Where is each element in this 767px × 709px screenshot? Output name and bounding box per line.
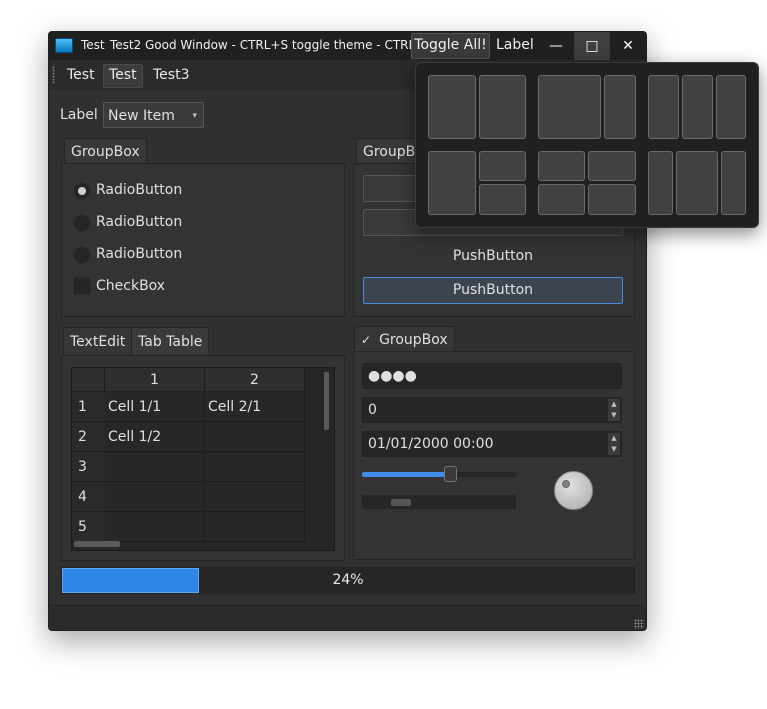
table-vertical-scrollbar[interactable] — [320, 368, 334, 536]
radio-label-1: RadioButton — [96, 182, 183, 198]
slider-handle[interactable] — [444, 466, 457, 482]
table-column-header[interactable]: 2 — [205, 368, 305, 392]
snap-layouts-flyout — [415, 62, 759, 228]
spin-box[interactable]: 0 ▲ ▼ — [362, 397, 622, 423]
groupbox-left-title: GroupBox — [64, 138, 147, 165]
table-row-header[interactable]: 5 — [72, 512, 105, 542]
snap-zone[interactable] — [479, 151, 526, 181]
snap-zone[interactable] — [428, 75, 476, 139]
menu-item-test3[interactable]: Test3 — [148, 64, 194, 86]
size-grip-icon[interactable] — [634, 619, 644, 629]
title-label: Label — [496, 37, 534, 53]
snap-zone[interactable] — [716, 75, 746, 139]
push-button-3-flat[interactable]: PushButton — [363, 243, 623, 270]
table-row-header[interactable]: 2 — [72, 422, 105, 452]
table-cell[interactable] — [105, 452, 205, 482]
combo-value: New Item — [108, 108, 175, 124]
password-field[interactable]: ●●●● — [362, 363, 622, 389]
snap-zone[interactable] — [648, 75, 679, 139]
close-icon: ✕ — [622, 38, 634, 54]
snap-zone[interactable] — [676, 151, 718, 215]
toolbar-label: Label — [60, 107, 98, 123]
progress-bar: 24% — [61, 567, 635, 594]
maximize-button[interactable]: □ — [574, 32, 610, 60]
datetime-value: 01/01/2000 00:00 — [368, 436, 494, 452]
table-cell[interactable] — [105, 482, 205, 512]
table-cell[interactable]: Cell 2/1 — [205, 392, 305, 422]
slider-fill — [362, 472, 448, 477]
spin-value: 0 — [368, 402, 377, 418]
minimize-button[interactable]: — — [538, 32, 574, 60]
vertical-scroll-thumb[interactable] — [324, 372, 329, 430]
radio-button-2[interactable] — [73, 214, 91, 232]
tab-textedit[interactable]: TextEdit — [63, 327, 133, 356]
groupbox-left: RadioButton RadioButton RadioButton Chec… — [61, 163, 345, 317]
horizontal-slider[interactable] — [362, 466, 516, 482]
status-bar — [49, 605, 646, 630]
table-row-header[interactable]: 1 — [72, 392, 105, 422]
snap-zone[interactable] — [682, 75, 713, 139]
chevron-down-icon: ▾ — [192, 111, 197, 121]
item-combobox[interactable]: New Item ▾ — [103, 102, 204, 128]
horizontal-scrollbar[interactable] — [362, 495, 516, 509]
spin-down-icon[interactable]: ▼ — [608, 410, 620, 421]
radio-button-3[interactable] — [73, 246, 91, 264]
table-column-header[interactable]: 1 — [105, 368, 205, 392]
window-app-icon — [55, 38, 73, 53]
radio-button-1[interactable] — [73, 182, 91, 200]
table-cell[interactable]: Cell 1/2 — [105, 422, 205, 452]
table-cell[interactable]: Cell 1/1 — [105, 392, 205, 422]
data-table[interactable]: 1 2 1 Cell 1/1 Cell 2/1 2 Cell 1/2 3 4 5 — [71, 367, 335, 551]
snap-zone[interactable] — [538, 184, 585, 215]
snap-zone[interactable] — [479, 184, 526, 215]
datetime-down-icon[interactable]: ▼ — [608, 444, 620, 455]
toggle-all-button[interactable]: Toggle All! — [411, 33, 490, 59]
snap-zone[interactable] — [588, 151, 636, 181]
radio-label-2: RadioButton — [96, 214, 183, 230]
radio-label-3: RadioButton — [96, 246, 183, 262]
title-bar[interactable]: Test Test2 Good Window - CTRL+S toggle t… — [49, 32, 646, 60]
spin-up-icon[interactable]: ▲ — [608, 399, 620, 410]
snap-zone[interactable] — [588, 184, 636, 215]
snap-zone[interactable] — [538, 75, 601, 139]
window-title: Good Window - CTRL+S toggle theme - CTRL… — [145, 38, 437, 52]
table-cell[interactable] — [205, 482, 305, 512]
snap-zone[interactable] — [428, 151, 476, 215]
push-button-4-focused[interactable]: PushButton — [363, 277, 623, 304]
dial-indicator-icon — [562, 480, 570, 488]
checkbox[interactable] — [73, 277, 91, 295]
title-menu-test2[interactable]: Test2 — [110, 38, 141, 52]
table-cell[interactable] — [205, 422, 305, 452]
horizontal-scroll-thumb[interactable] — [74, 541, 120, 547]
progress-text: 24% — [332, 572, 364, 588]
snap-zone[interactable] — [479, 75, 526, 139]
toolbar-grip-icon[interactable] — [52, 66, 55, 84]
close-button[interactable]: ✕ — [610, 32, 646, 60]
menu-item-test[interactable]: Test — [62, 64, 100, 86]
snap-zone[interactable] — [648, 151, 673, 215]
table-corner[interactable] — [72, 368, 105, 392]
menu-item-test-selected[interactable]: Test — [103, 64, 143, 88]
snap-zone[interactable] — [604, 75, 636, 139]
snap-zone[interactable] — [721, 151, 746, 215]
datetime-up-icon[interactable]: ▲ — [608, 433, 620, 444]
table-cell[interactable] — [205, 512, 305, 542]
table-row-header[interactable]: 3 — [72, 452, 105, 482]
table-row-header[interactable]: 4 — [72, 482, 105, 512]
table-cell[interactable] — [105, 512, 205, 542]
maximize-icon: □ — [585, 38, 599, 54]
title-menu-test[interactable]: Test — [81, 38, 105, 52]
table-cell[interactable] — [205, 452, 305, 482]
tab-table[interactable]: Tab Table — [131, 327, 210, 358]
checkbox-label: CheckBox — [96, 278, 166, 294]
scrollbar-thumb[interactable] — [391, 499, 411, 506]
minimize-icon: — — [549, 38, 563, 54]
dial-knob[interactable] — [554, 471, 593, 510]
check-icon[interactable]: ✓ — [361, 333, 371, 347]
datetime-edit[interactable]: 01/01/2000 00:00 ▲ ▼ — [362, 431, 622, 457]
snap-zone[interactable] — [538, 151, 585, 181]
groupbox-check-label: GroupBox — [379, 332, 448, 348]
